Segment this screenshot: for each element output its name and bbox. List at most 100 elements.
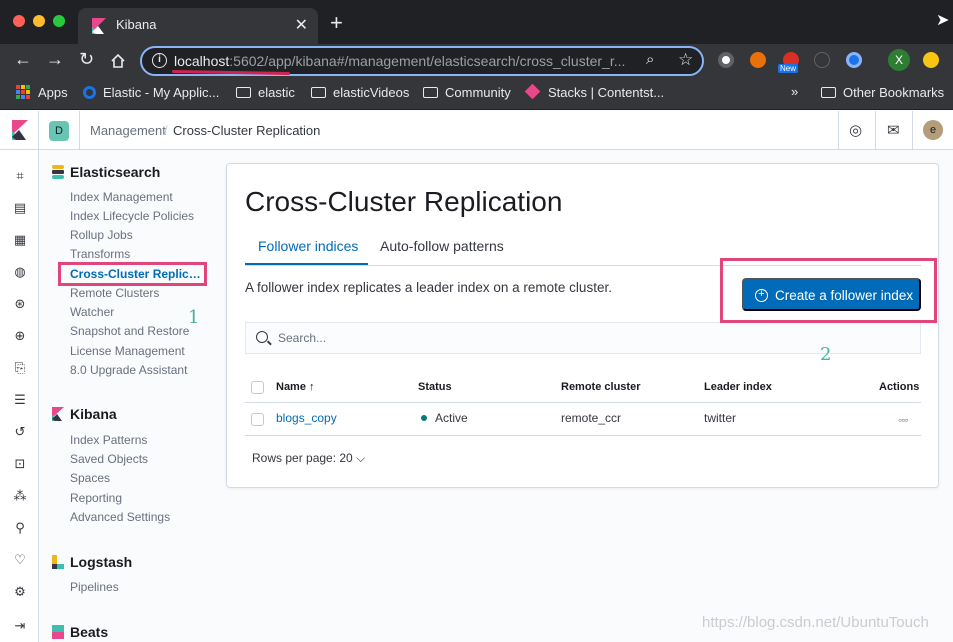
- header-divider: [79, 111, 80, 149]
- discover-icon[interactable]: ⌗: [12, 168, 28, 184]
- row-checkbox[interactable]: [251, 413, 264, 426]
- profile-avatar[interactable]: X: [888, 49, 910, 71]
- bookmark-stacks-contentstack[interactable]: Stacks | Contentst...: [527, 85, 664, 100]
- kibana-logo-icon[interactable]: [12, 120, 28, 140]
- sidenav-item-reporting[interactable]: Reporting: [70, 491, 122, 505]
- logstash-logo-icon: [52, 555, 64, 569]
- forward-icon[interactable]: →: [46, 49, 64, 70]
- site-info-icon[interactable]: i: [152, 53, 167, 68]
- follower-index-link[interactable]: blogs_copy: [276, 411, 337, 425]
- elastic-favicon-icon: [83, 86, 96, 99]
- extension-info-icon[interactable]: [814, 52, 830, 68]
- sidenav-item-rollup-jobs[interactable]: Rollup Jobs: [70, 228, 133, 242]
- siem-lock-icon[interactable]: ⊡: [12, 456, 28, 472]
- home-icon[interactable]: [110, 53, 126, 69]
- help-icon[interactable]: ◎: [849, 121, 862, 139]
- rows-per-page-selector[interactable]: Rows per page: 20 ⌵: [252, 451, 365, 466]
- folder-icon: [423, 87, 438, 98]
- page-title: Cross-Cluster Replication: [245, 186, 562, 218]
- elasticsearch-logo-icon: [52, 165, 64, 179]
- annotation-number-1: 1: [188, 307, 199, 328]
- new-tab-icon[interactable]: +: [330, 10, 343, 36]
- sidenav-item-remote-clusters[interactable]: Remote Clusters: [70, 286, 159, 300]
- apps-grid-icon[interactable]: [16, 85, 30, 99]
- table-header-divider: [245, 402, 921, 403]
- space-selector-avatar[interactable]: D: [49, 121, 69, 141]
- zoom-icon[interactable]: ⌕: [646, 51, 654, 68]
- mouse-cursor-icon: ➤: [936, 10, 949, 30]
- extension-new-badge: New: [778, 64, 798, 73]
- beats-logo-icon: [52, 625, 64, 639]
- extension-orange-icon[interactable]: [750, 52, 766, 68]
- breadcrumb-management[interactable]: Management: [90, 123, 166, 138]
- uptime-icon[interactable]: ⁂: [12, 488, 28, 504]
- column-header-actions: Actions: [879, 381, 919, 393]
- management-sidenav: Elasticsearch Index Management Index Lif…: [40, 150, 220, 642]
- reload-icon[interactable]: ↻: [79, 49, 94, 70]
- back-icon[interactable]: ←: [14, 49, 32, 70]
- management-gear-icon[interactable]: ⚙: [12, 584, 28, 600]
- table-row-divider: [245, 435, 921, 436]
- maps-icon[interactable]: ⊛: [12, 296, 28, 312]
- breadcrumb-current: Cross-Cluster Replication: [173, 123, 320, 138]
- bookmark-star-icon[interactable]: ☆: [678, 50, 693, 70]
- metrics-icon[interactable]: ⎘: [12, 360, 28, 376]
- url-text[interactable]: localhost:5602/app/kibana#/management/el…: [174, 53, 634, 69]
- sidenav-item-spaces[interactable]: Spaces: [70, 471, 110, 485]
- sidenav-item-transforms[interactable]: Transforms: [70, 247, 130, 261]
- sidenav-item-watcher[interactable]: Watcher: [70, 305, 114, 319]
- close-window-button[interactable]: [13, 15, 25, 27]
- bookmark-elastic-my-applications[interactable]: Elastic - My Applic...: [83, 85, 219, 100]
- section-title-logstash: Logstash: [70, 554, 132, 570]
- sidenav-item-upgrade-assistant[interactable]: 8.0 Upgrade Assistant: [70, 363, 187, 377]
- column-header-status: Status: [418, 381, 452, 393]
- canvas-icon[interactable]: ◍: [12, 264, 28, 280]
- search-icon: [256, 331, 268, 343]
- ml-icon[interactable]: ⊕: [12, 328, 28, 344]
- tab-follower-indices[interactable]: Follower indices: [258, 238, 358, 254]
- logs-icon[interactable]: ☰: [12, 392, 28, 408]
- dev-tools-icon[interactable]: ⚲: [12, 520, 28, 536]
- sidenav-item-index-lifecycle-policies[interactable]: Index Lifecycle Policies: [70, 209, 194, 223]
- sidenav-item-snapshot-and-restore[interactable]: Snapshot and Restore: [70, 324, 189, 338]
- header-divider: [875, 111, 876, 149]
- collapse-nav-icon[interactable]: ⇥: [12, 618, 28, 634]
- sidenav-item-advanced-settings[interactable]: Advanced Settings: [70, 510, 170, 524]
- stack-monitoring-icon[interactable]: ♡: [12, 552, 28, 568]
- kibana-header: D Management / Cross-Cluster Replication…: [0, 111, 953, 150]
- folder-icon: [311, 87, 326, 98]
- row-actions-icon[interactable]: ◦◦◦: [898, 413, 908, 427]
- tab-auto-follow-patterns[interactable]: Auto-follow patterns: [380, 238, 504, 254]
- bookmark-apps[interactable]: Apps: [38, 85, 68, 100]
- sidenav-item-index-management[interactable]: Index Management: [70, 190, 173, 204]
- select-all-checkbox[interactable]: [251, 381, 264, 394]
- tab-close-icon[interactable]: ✕: [295, 15, 308, 35]
- extension-record-icon[interactable]: [718, 52, 734, 68]
- tab-title: Kibana: [116, 17, 156, 32]
- visualize-icon[interactable]: ▤: [12, 200, 28, 216]
- extension-yellow-icon[interactable]: [923, 52, 939, 68]
- user-menu-avatar[interactable]: e: [923, 120, 943, 140]
- sidenav-item-pipelines[interactable]: Pipelines: [70, 580, 119, 594]
- apm-icon[interactable]: ↺: [12, 424, 28, 440]
- sidenav-item-saved-objects[interactable]: Saved Objects: [70, 452, 148, 466]
- bookmark-folder-elasticvideos[interactable]: elasticVideos: [311, 85, 409, 100]
- column-header-name[interactable]: Name ↑: [276, 381, 315, 393]
- bookmark-folder-elastic[interactable]: elastic: [236, 85, 295, 100]
- maximize-window-button[interactable]: [53, 15, 65, 27]
- search-input[interactable]: [278, 329, 878, 347]
- bookmark-folder-community[interactable]: Community: [423, 85, 511, 100]
- minimize-window-button[interactable]: [33, 15, 45, 27]
- extension-blue-icon[interactable]: [846, 52, 862, 68]
- browser-tab-kibana[interactable]: Kibana ✕: [78, 8, 318, 44]
- newsfeed-mail-icon[interactable]: ✉: [887, 121, 900, 139]
- bookmarks-overflow-button[interactable]: »: [791, 84, 798, 99]
- remote-cluster-cell: remote_ccr: [561, 411, 621, 425]
- dashboard-icon[interactable]: ▦: [12, 232, 28, 248]
- sidenav-item-license-management[interactable]: License Management: [70, 344, 185, 358]
- column-header-leader-index: Leader index: [704, 381, 772, 393]
- bookmark-other-bookmarks[interactable]: Other Bookmarks: [821, 85, 944, 100]
- app-icon-nav: ⌗ ▤ ▦ ◍ ⊛ ⊕ ⎘ ☰ ↺ ⊡ ⁂ ⚲ ♡ ⚙ ⇥: [0, 150, 39, 642]
- sidenav-item-index-patterns[interactable]: Index Patterns: [70, 433, 147, 447]
- header-divider: [838, 111, 839, 149]
